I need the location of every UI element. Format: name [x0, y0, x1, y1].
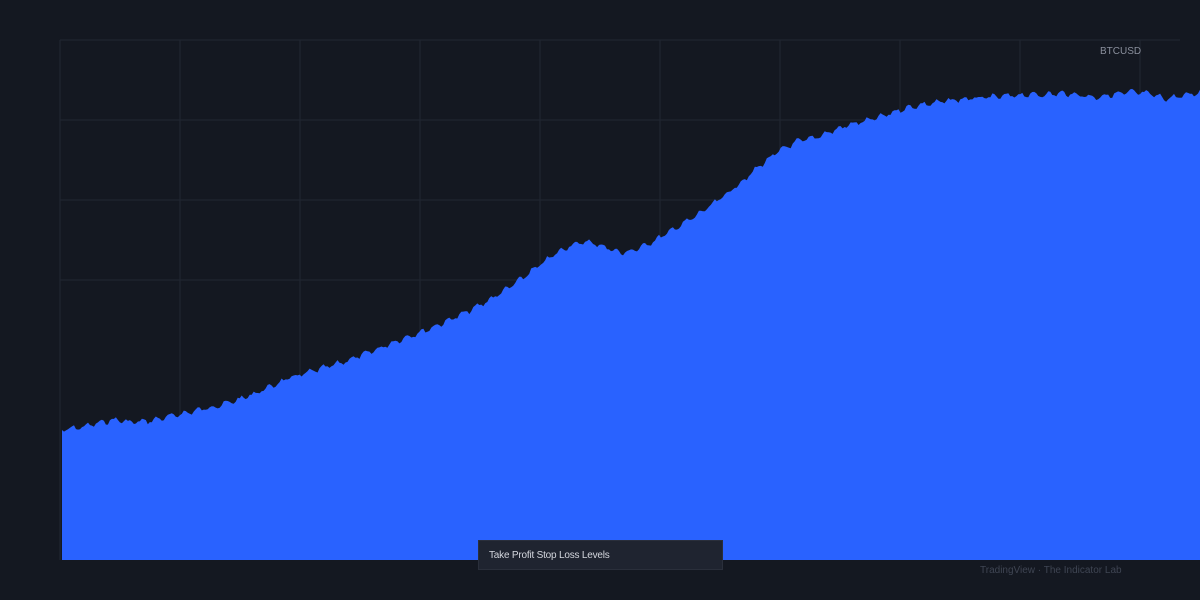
- indicator-caption-text: Take Profit Stop Loss Levels: [489, 550, 610, 561]
- watermark: TradingView · The Indicator Lab: [980, 565, 1122, 576]
- symbol-label: BTCUSD: [1100, 46, 1141, 57]
- equity-chart: BTCUSD: [59, 39, 1200, 561]
- equity-area: [62, 88, 1200, 561]
- indicator-caption: Take Profit Stop Loss Levels: [478, 540, 723, 570]
